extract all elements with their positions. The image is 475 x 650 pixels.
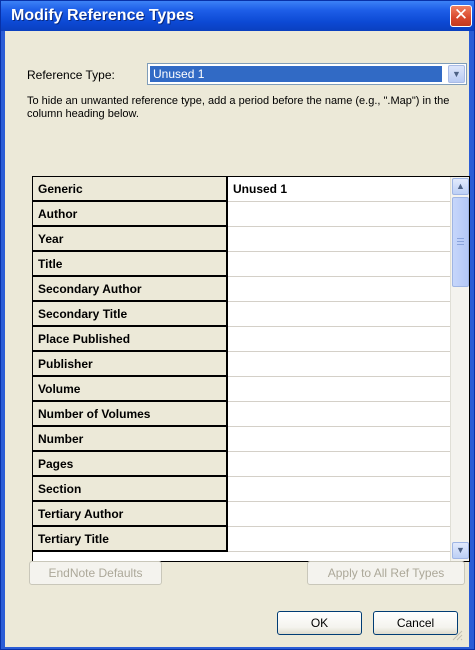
field-label: Generic — [33, 177, 228, 202]
field-value-cell[interactable] — [228, 352, 450, 377]
field-value-cell[interactable] — [228, 502, 450, 527]
scroll-thumb[interactable] — [452, 197, 469, 287]
field-value-cell[interactable] — [228, 252, 450, 277]
vertical-scrollbar[interactable]: ▲ ▼ — [450, 177, 469, 561]
field-value-cell[interactable] — [228, 527, 450, 552]
window-title: Modify Reference Types — [11, 7, 194, 24]
field-row: Author — [33, 202, 450, 227]
thumb-grip-line — [457, 244, 464, 245]
field-label: Tertiary Title — [33, 527, 228, 552]
resize-grip-icon[interactable] — [451, 629, 463, 641]
scroll-down-icon[interactable]: ▼ — [452, 542, 469, 559]
field-label: Place Published — [33, 327, 228, 352]
field-row: Number — [33, 427, 450, 452]
title-bar[interactable]: Modify Reference Types ✕ — [1, 1, 474, 31]
ok-button[interactable]: OK — [277, 611, 362, 635]
field-row: Secondary Title — [33, 302, 450, 327]
field-value-cell[interactable] — [228, 302, 450, 327]
field-label: Secondary Author — [33, 277, 228, 302]
field-row: Number of Volumes — [33, 402, 450, 427]
field-value-cell[interactable] — [228, 477, 450, 502]
field-label: Author — [33, 202, 228, 227]
field-row: Secondary Author — [33, 277, 450, 302]
thumb-grip-line — [457, 238, 464, 239]
field-value-cell[interactable] — [228, 277, 450, 302]
field-row: Generic Unused 1 — [33, 177, 450, 202]
field-value-cell[interactable] — [228, 227, 450, 252]
field-value-cell[interactable] — [228, 202, 450, 227]
field-value-cell[interactable] — [228, 377, 450, 402]
field-row: Title — [33, 252, 450, 277]
field-value-cell[interactable] — [228, 327, 450, 352]
field-label: Title — [33, 252, 228, 277]
field-row: Section — [33, 477, 450, 502]
field-row: Place Published — [33, 327, 450, 352]
field-row: Volume — [33, 377, 450, 402]
field-value-cell[interactable]: Unused 1 — [228, 177, 450, 202]
field-row: Tertiary Title — [33, 527, 450, 552]
field-row: Year — [33, 227, 450, 252]
field-label: Number of Volumes — [33, 402, 228, 427]
field-label: Publisher — [33, 352, 228, 377]
field-label: Year — [33, 227, 228, 252]
field-grid: Generic Unused 1 Author Year Title Secondary … — [32, 176, 470, 562]
reference-type-label: Reference Type: — [27, 68, 115, 82]
dialog-window: Modify Reference Types ✕ Reference Type:… — [0, 0, 475, 650]
reference-type-selected-value: Unused 1 — [150, 66, 442, 82]
field-label: Number — [33, 427, 228, 452]
scroll-up-icon[interactable]: ▲ — [452, 178, 469, 195]
field-row: Publisher — [33, 352, 450, 377]
dialog-body: Reference Type: Unused 1 ▼ To hide an un… — [5, 31, 470, 647]
field-label: Volume — [33, 377, 228, 402]
cancel-button[interactable]: Cancel — [373, 611, 458, 635]
field-label: Secondary Title — [33, 302, 228, 327]
endnote-defaults-button[interactable]: EndNote Defaults — [29, 561, 162, 585]
field-row: Pages — [33, 452, 450, 477]
reference-type-dropdown[interactable]: Unused 1 ▼ — [147, 63, 467, 85]
field-value-cell[interactable] — [228, 427, 450, 452]
instructions-text: To hide an unwanted reference type, add … — [27, 95, 450, 120]
close-icon[interactable]: ✕ — [450, 5, 472, 27]
field-value-cell[interactable] — [228, 402, 450, 427]
thumb-grip-line — [457, 241, 464, 242]
chevron-down-icon[interactable]: ▼ — [448, 65, 465, 83]
field-label: Pages — [33, 452, 228, 477]
field-label: Section — [33, 477, 228, 502]
field-value-cell[interactable] — [228, 452, 450, 477]
field-label: Tertiary Author — [33, 502, 228, 527]
apply-to-all-ref-types-button[interactable]: Apply to All Ref Types — [307, 561, 465, 585]
field-row: Tertiary Author — [33, 502, 450, 527]
